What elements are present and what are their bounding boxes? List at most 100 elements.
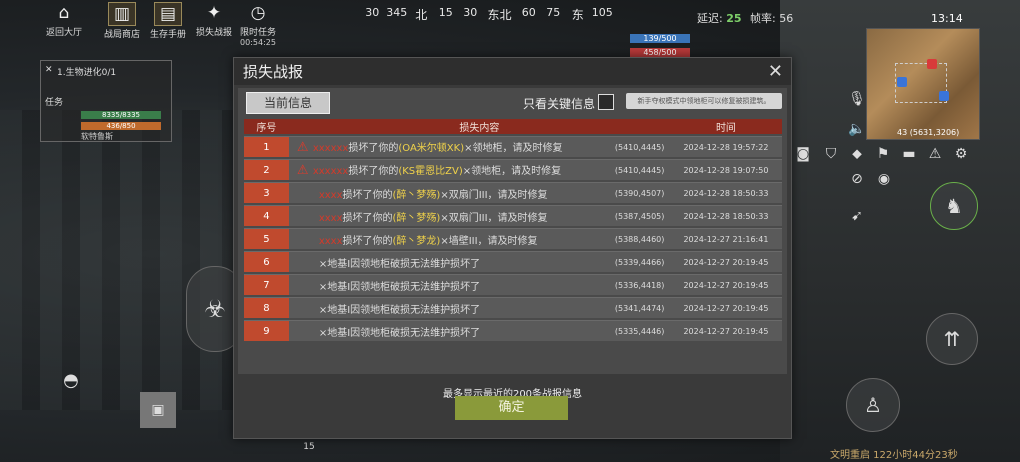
- owner-name: (醉丶梦龙): [392, 235, 441, 247]
- row-number: 2: [244, 159, 289, 180]
- loss-text-post: ×领地柜，请及时修复: [464, 143, 563, 154]
- interact-button[interactable]: ♞: [930, 182, 978, 230]
- minimap[interactable]: 43 (5631,3206): [866, 28, 980, 140]
- warning-icon[interactable]: ⚠: [924, 143, 946, 165]
- task-close-icon[interactable]: ✕: [45, 65, 53, 75]
- loss-text-post: ×地基I因领地柜破损无法维护损坏了: [318, 281, 481, 293]
- table-row: 7 ×地基I因领地柜破损无法维护损坏了 (5336,4418) 2024-12-27 …: [244, 274, 782, 295]
- timed-task-button[interactable]: ◷ 限时任务 00:54:25: [238, 2, 278, 48]
- loss-coords: (5336,4418): [614, 274, 670, 295]
- loss-text-post: ×领地柜，请及时修复: [462, 166, 562, 177]
- loss-text-pre: 损坏了你的: [342, 235, 393, 247]
- vehicle-icon[interactable]: ▬: [898, 143, 920, 165]
- no-bike-icon[interactable]: ⊘: [846, 168, 868, 190]
- loss-text-pre: 损坏了你的: [348, 166, 399, 177]
- flag-icon[interactable]: ⚑: [872, 143, 894, 165]
- loss-time: 2024-12-28 18:50:33: [669, 205, 782, 226]
- loss-text-pre: 损坏了你的: [342, 189, 393, 201]
- close-icon[interactable]: ✕: [768, 61, 783, 82]
- battle-report-icon: ✦: [206, 3, 222, 23]
- settings-gear-icon[interactable]: ⚙: [950, 143, 972, 165]
- restart-countdown: 文明重启 122小时44分23秒: [830, 450, 958, 461]
- home-icon: ⌂: [58, 3, 70, 23]
- owner-name: (醉丶梦殇): [392, 189, 441, 201]
- book-icon: ▤: [154, 2, 182, 26]
- loss-coords: (5339,4466): [614, 251, 670, 272]
- loss-text-pre: 损坏了你的: [348, 143, 399, 154]
- loss-coords: (5388,4460): [614, 228, 670, 249]
- attacker-name: xxxx: [318, 235, 343, 247]
- task-panel[interactable]: ✕ 1.生物进化0/1 任务 8335/8335 436/850 软特鲁斯: [40, 60, 172, 142]
- jump-button[interactable]: ⇈: [926, 313, 978, 365]
- table-row: 6 ×地基I因领地柜破损无法维护损坏了 (5339,4466) 2024-12-27 …: [244, 251, 782, 272]
- crouch-icon: ♙: [864, 393, 882, 417]
- loss-report-dialog: 损失战报 ✕ 当前信息 只看关键信息 新手夺权模式中领地柜可以修复被损建筑。 序…: [233, 57, 792, 439]
- loss-content: ×地基I因领地柜破损无法维护损坏了: [288, 297, 615, 318]
- lobby-button[interactable]: ⌂ 返回大厅: [44, 2, 84, 38]
- manual-button[interactable]: ▤ 生存手册: [148, 2, 188, 40]
- task-timer: 00:54:25: [240, 38, 276, 47]
- loss-text-post: ×地基I因领地柜破损无法维护损坏了: [318, 304, 481, 316]
- loss-text-post: ×地基I因领地柜破损无法维护损坏了: [318, 327, 481, 339]
- key-only-checkbox[interactable]: [598, 94, 614, 110]
- loss-time: 2024-12-27 20:19:45: [669, 251, 782, 272]
- owner-name: (醉丶梦殇): [392, 212, 441, 224]
- camera-icon[interactable]: ◙: [792, 143, 814, 165]
- speaker-mute-icon[interactable]: 🔈: [846, 118, 868, 140]
- row-number: 7: [244, 274, 289, 295]
- whistle-icon[interactable]: ◓: [60, 370, 82, 392]
- character-icon: ♞: [945, 194, 963, 218]
- loss-text-post: ×墙壁III，请及时修复: [440, 235, 538, 247]
- row-number: 5: [244, 228, 289, 249]
- location-pin-icon[interactable]: ◉: [873, 168, 895, 190]
- loss-coords: (5341,4474): [614, 297, 670, 318]
- loss-coords: (5390,4507): [614, 182, 670, 203]
- loss-content: xxxx损坏了你的(醉丶梦龙)×墙壁III，请及时修复: [288, 228, 615, 249]
- scene-fence: [0, 110, 240, 410]
- backpack-icon[interactable]: ▣: [140, 392, 176, 428]
- crouch-button[interactable]: ♙: [846, 378, 900, 432]
- loss-time: 2024-12-28 18:50:33: [669, 182, 782, 203]
- weapon-icon[interactable]: ➹: [846, 205, 868, 227]
- loss-text-post: ×地基I因领地柜破损无法维护损坏了: [318, 258, 481, 270]
- map-marker: [897, 77, 907, 87]
- attacker-name: xxxx: [318, 189, 343, 201]
- shop-button[interactable]: ▥ 战局商店: [102, 2, 142, 40]
- tab-current-info[interactable]: 当前信息: [246, 92, 330, 114]
- clock: 13:14: [931, 12, 963, 25]
- loss-time: 2024-12-27 20:19:45: [669, 320, 782, 341]
- task-title: 1.生物进化0/1: [57, 68, 117, 78]
- tip-banner[interactable]: 新手夺权模式中领地柜可以修复被损建筑。: [626, 93, 782, 109]
- loss-time: 2024-12-28 19:57:22: [669, 136, 782, 157]
- table-row: 3 xxxx损坏了你的(醉丶梦殇)×双扇门III，请及时修复 (5390,4507)…: [244, 182, 782, 203]
- col-content: 损失内容: [288, 119, 670, 134]
- hp-bar: 8335/8335: [81, 111, 161, 119]
- shield-icon[interactable]: ⛉: [820, 143, 842, 165]
- latency-readout: 延迟: 25: [697, 12, 742, 25]
- map-marker: [927, 59, 937, 69]
- table-row: 8 ×地基I因领地柜破损无法维护损坏了 (5341,4474) 2024-12-27 …: [244, 297, 782, 318]
- map-marker: [939, 91, 949, 101]
- player-name: 软特鲁斯: [81, 132, 113, 141]
- attacker-name: xxxxxx: [312, 166, 349, 177]
- table-row: 5 xxxx损坏了你的(醉丶梦龙)×墙壁III，请及时修复 (5388,4460) 2…: [244, 228, 782, 249]
- mic-mute-icon[interactable]: 🎙: [846, 88, 868, 110]
- dialog-body: 当前信息 只看关键信息 新手夺权模式中领地柜可以修复被损建筑。 序号 损失内容 …: [238, 88, 787, 400]
- loss-coords: (5410,4445): [614, 159, 670, 180]
- dialog-titlebar: 损失战报 ✕: [234, 58, 791, 85]
- tag-icon[interactable]: ⬥: [846, 143, 868, 165]
- resource-bar-blue: 139/500: [630, 34, 690, 44]
- biohazard-icon: ☣: [204, 295, 226, 323]
- loss-time: 2024-12-27 20:19:45: [669, 274, 782, 295]
- loss-time: 2024-12-28 19:07:50: [669, 159, 782, 180]
- loss-content: xxxx损坏了你的(醉丶梦殇)×双扇门III，请及时修复: [288, 182, 615, 203]
- mp-bar: 436/850: [81, 122, 161, 130]
- col-no: 序号: [244, 119, 289, 134]
- confirm-button[interactable]: 确定: [455, 396, 568, 420]
- dialog-title: 损失战报: [243, 63, 304, 81]
- battle-report-button[interactable]: ✦ 损失战报: [194, 2, 234, 38]
- slot-number: 15: [303, 442, 315, 452]
- jump-arrows-icon: ⇈: [943, 327, 961, 351]
- loss-text-post: ×双扇门III，请及时修复: [440, 189, 548, 201]
- fps-readout: 帧率: 56: [750, 12, 794, 25]
